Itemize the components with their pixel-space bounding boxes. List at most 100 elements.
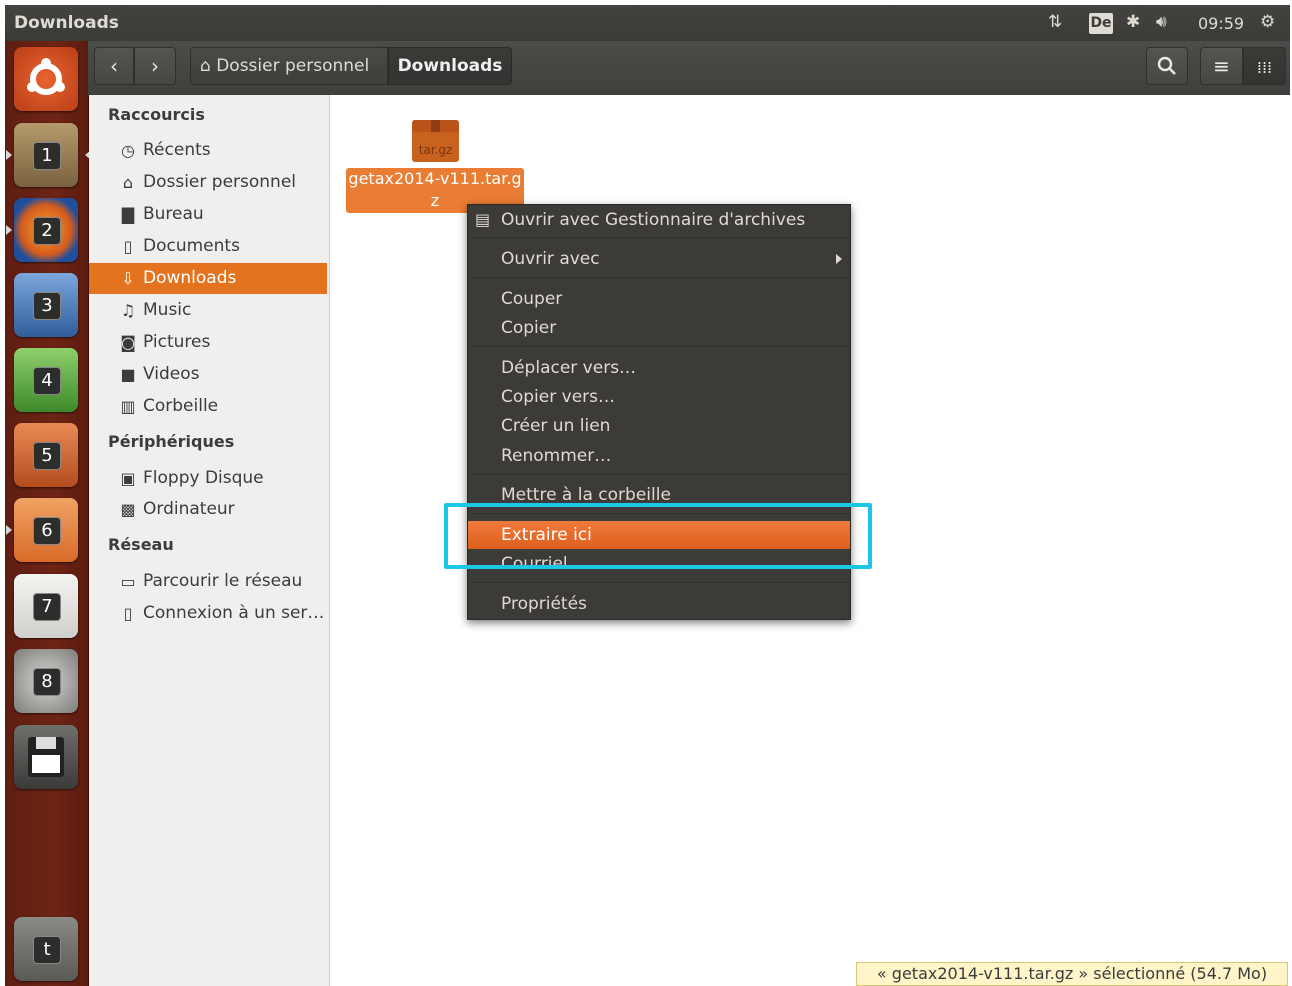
sidebar-heading-peripheriques: Périphériques	[108, 432, 235, 451]
menu-item-label: Copier	[501, 318, 557, 338]
back-button[interactable]: ‹	[94, 47, 134, 85]
menu-item-label: Ouvrir avec Gestionnaire d'archives	[501, 210, 806, 230]
sidebar-item-dossier-personnel[interactable]: ⌂ Dossier personnel	[89, 167, 327, 198]
sidebar-item-label: Videos	[143, 364, 200, 384]
sidebar-item-downloads[interactable]: ⇩ Downloads	[89, 263, 327, 294]
trash-icon: ▥	[120, 397, 136, 416]
sidebar-item-ordinateur[interactable]: ▩ Ordinateur	[89, 494, 327, 525]
menu-item-label: Ouvrir avec	[501, 249, 600, 269]
sidebar-item-label: Connexion à un ser…	[143, 603, 325, 623]
menu-item-cut[interactable]: Couper	[468, 285, 850, 313]
breadcrumb-home[interactable]: ⌂ Dossier personnel	[190, 47, 388, 85]
floppy-icon: ▣	[120, 469, 136, 488]
launcher-number: 5	[33, 442, 61, 470]
network-updown-icon[interactable]: ⇅	[1048, 12, 1062, 32]
launcher-number: 8	[33, 668, 61, 696]
launcher-number: 7	[33, 593, 61, 621]
menu-item-properties[interactable]: Propriétés	[468, 590, 850, 618]
launcher-number: 6	[33, 517, 61, 545]
menu-item-copy[interactable]: Copier	[468, 314, 850, 342]
keyboard-layout-indicator[interactable]: De	[1089, 13, 1113, 34]
sidebar-item-videos[interactable]: ■ Videos	[89, 359, 327, 390]
sidebar-item-label: Pictures	[143, 332, 211, 352]
menu-item-label: Couper	[501, 289, 563, 309]
amazon-icon[interactable]: 7	[14, 574, 78, 638]
ubuntu-logo-icon	[27, 58, 65, 95]
sidebar-item-label: Parcourir le réseau	[143, 571, 303, 591]
sidebar-heading-reseau: Réseau	[108, 535, 174, 554]
grid-view-button[interactable]: ⁞⁞⁞	[1243, 47, 1286, 85]
camera-icon: ◙	[120, 333, 136, 352]
menu-separator	[472, 237, 846, 238]
floppy-drive-icon[interactable]	[14, 725, 78, 789]
menu-item-label: Renommer…	[501, 446, 612, 466]
trash-icon[interactable]: t	[14, 917, 78, 981]
bluetooth-icon[interactable]: ✱	[1126, 12, 1140, 32]
running-indicator	[6, 525, 12, 535]
forward-button[interactable]: ›	[134, 47, 176, 85]
top-panel: Downloads ⇅ De ✱ 🔊︎ 09:59 ⚙	[5, 5, 1290, 41]
clock-icon: ◷	[121, 141, 135, 160]
libreoffice-calc-icon[interactable]: 4	[14, 348, 78, 412]
system-gear-icon[interactable]: ⚙	[1260, 12, 1275, 32]
sidebar-item-label: Downloads	[143, 268, 237, 288]
breadcrumb-current[interactable]: Downloads	[388, 47, 512, 85]
sidebar-item-recents[interactable]: ◷ Récents	[89, 135, 327, 166]
sidebar-item-label: Récents	[143, 140, 211, 160]
file-type-label: tar.gz	[418, 143, 453, 157]
volume-icon[interactable]: 🔊︎	[1156, 12, 1167, 32]
launcher-number: 3	[33, 292, 61, 320]
launcher-number: 4	[33, 367, 61, 395]
menu-separator	[472, 474, 846, 475]
menu-item-label: Copier vers…	[501, 387, 616, 407]
menu-item-label: Propriétés	[501, 594, 587, 614]
sidebar-item-label: Ordinateur	[143, 499, 235, 519]
document-icon: ▯	[123, 237, 133, 256]
search-icon	[1157, 56, 1176, 75]
launcher-number: 2	[33, 217, 61, 245]
sidebar-item-music[interactable]: ♫ Music	[89, 295, 327, 326]
sidebar-heading-raccourcis: Raccourcis	[108, 105, 205, 124]
sidebar-item-documents[interactable]: ▯ Documents	[89, 231, 327, 262]
menu-item-open-archive-manager[interactable]: ▤ Ouvrir avec Gestionnaire d'archives	[468, 206, 850, 234]
file-item[interactable]: tar.gz	[410, 116, 461, 164]
ubuntu-dash-icon[interactable]	[14, 47, 78, 111]
window-title: Downloads	[14, 13, 119, 33]
menu-item-make-link[interactable]: Créer un lien	[468, 412, 850, 440]
sidebar-item-label: Bureau	[143, 204, 204, 224]
running-indicator	[6, 150, 12, 160]
sidebar-item-parcourir-reseau[interactable]: ▭ Parcourir le réseau	[89, 566, 327, 597]
grid-icon: ⁞⁞⁞	[1256, 58, 1273, 77]
sidebar-item-label: Music	[143, 300, 192, 320]
selection-status-bar: « getax2014-v111.tar.gz » sélectionné (5…	[856, 962, 1288, 986]
launcher: 1 2 3 4 5 6 7 8 t	[5, 41, 91, 986]
home-icon: ⌂	[122, 173, 134, 192]
video-icon: ■	[120, 365, 136, 384]
clock[interactable]: 09:59	[1198, 14, 1244, 33]
menu-item-rename[interactable]: Renommer…	[468, 442, 850, 470]
menu-item-move-to[interactable]: Déplacer vers…	[468, 354, 850, 382]
menu-item-open-with[interactable]: Ouvrir avec	[468, 245, 850, 273]
list-view-button[interactable]: ≡	[1200, 47, 1243, 85]
sidebar-item-corbeille[interactable]: ▥ Corbeille	[89, 391, 327, 422]
search-button[interactable]	[1146, 47, 1188, 85]
libreoffice-impress-icon[interactable]: 5	[14, 423, 78, 487]
sidebar-item-connexion-serveur[interactable]: ▯ Connexion à un ser…	[89, 598, 327, 629]
libreoffice-writer-icon[interactable]: 3	[14, 273, 78, 337]
sidebar-item-label: Corbeille	[143, 396, 219, 416]
menu-item-copy-to[interactable]: Copier vers…	[468, 383, 850, 411]
music-icon: ♫	[120, 301, 136, 320]
firefox-icon[interactable]: 2	[6, 198, 78, 262]
list-icon: ≡	[1213, 54, 1230, 78]
sidebar-item-floppy-disque[interactable]: ▣ Floppy Disque	[89, 463, 327, 494]
files-icon[interactable]: 1	[6, 123, 91, 187]
software-center-icon[interactable]: 6	[6, 498, 78, 562]
system-settings-icon[interactable]: 8	[14, 649, 78, 713]
sidebar-item-pictures[interactable]: ◙ Pictures	[89, 327, 327, 358]
home-icon: ⌂	[200, 56, 211, 76]
computer-icon: ▩	[120, 500, 136, 519]
sidebar-item-label: Dossier personnel	[143, 172, 297, 192]
sidebar-item-bureau[interactable]: ▇ Bureau	[89, 199, 327, 230]
chevron-left-icon: ‹	[110, 54, 118, 78]
folder-icon: ▇	[121, 205, 135, 224]
